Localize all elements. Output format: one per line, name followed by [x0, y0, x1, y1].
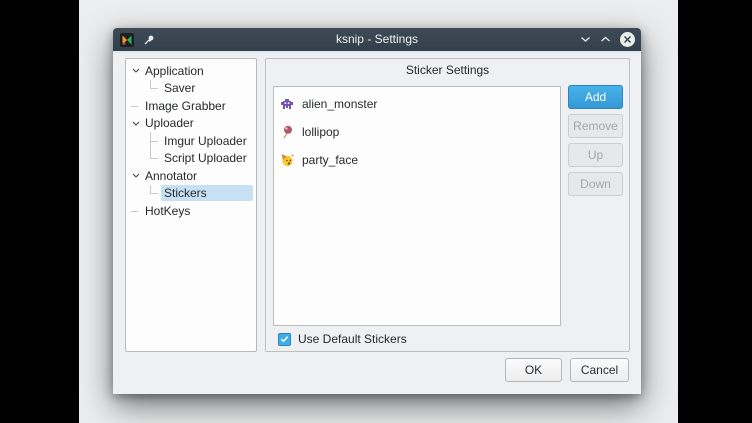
chevron-down-icon[interactable]	[580, 36, 591, 43]
sticker-action-buttons: Add Remove Up Down	[568, 85, 623, 196]
use-default-stickers-row[interactable]: Use Default Stickers	[278, 332, 407, 346]
ok-button[interactable]: OK	[505, 358, 562, 382]
sidebar-item-label: Imgur Uploader	[161, 133, 253, 149]
group-title: Sticker Settings	[266, 63, 629, 77]
tree-branch-line	[149, 150, 161, 168]
sidebar-item-hotkeys[interactable]: HotKeys	[127, 202, 255, 220]
sidebar-item-label: Image Grabber	[142, 98, 253, 114]
settings-tree: Application Saver Image Grabber Uploader	[127, 62, 255, 220]
chevron-up-icon[interactable]	[600, 36, 611, 43]
screenshot-canvas: ksnip - Settings	[0, 0, 752, 423]
sidebar-item-label: Script Uploader	[161, 150, 253, 166]
sidebar-item-label: Saver	[161, 80, 253, 96]
sidebar-item-label: HotKeys	[142, 203, 253, 219]
tree-branch-line	[149, 185, 161, 203]
sidebar-item-script-uploader[interactable]: Script Uploader	[127, 150, 255, 168]
titlebar-accent-line	[113, 51, 641, 53]
sticker-name: alien_monster	[302, 97, 377, 111]
expander-chevron-icon[interactable]	[130, 115, 142, 133]
lollipop-sticker-icon	[280, 125, 294, 139]
add-button[interactable]: Add	[568, 85, 623, 109]
sidebar-item-stickers[interactable]: Stickers	[127, 185, 255, 203]
sticker-list-item[interactable]: party_face	[274, 146, 560, 174]
expander-chevron-icon[interactable]	[130, 62, 142, 80]
sticker-list-item[interactable]: alien_monster	[274, 90, 560, 118]
remove-button[interactable]: Remove	[568, 114, 623, 138]
sidebar-item-application[interactable]: Application	[127, 62, 255, 80]
expander-chevron-icon[interactable]	[130, 167, 142, 185]
use-default-stickers-checkbox[interactable]	[278, 333, 291, 346]
cancel-button[interactable]: Cancel	[570, 358, 629, 382]
sticker-settings-group: Sticker Settings	[265, 58, 630, 352]
close-icon[interactable]	[620, 32, 635, 47]
tree-branch-line	[149, 80, 161, 98]
sidebar-item-imgur-uploader[interactable]: Imgur Uploader	[127, 132, 255, 150]
party-face-sticker-icon	[280, 153, 294, 167]
tree-branch-line	[130, 202, 142, 220]
sidebar-item-label: Annotator	[142, 168, 253, 184]
sidebar-item-label: Uploader	[142, 115, 253, 131]
down-button[interactable]: Down	[568, 172, 623, 196]
sidebar-item-saver[interactable]: Saver	[127, 80, 255, 98]
sticker-name: lollipop	[302, 125, 339, 139]
sticker-name: party_face	[302, 153, 358, 167]
sticker-list-item[interactable]: lollipop	[274, 118, 560, 146]
titlebar-right-icons	[580, 28, 635, 51]
up-button[interactable]: Up	[568, 143, 623, 167]
sidebar-item-image-grabber[interactable]: Image Grabber	[127, 97, 255, 115]
sidebar-item-label: Application	[142, 63, 253, 79]
window-title: ksnip - Settings	[113, 28, 641, 51]
tree-branch-line	[149, 132, 161, 150]
settings-tree-panel: Application Saver Image Grabber Uploader	[125, 58, 257, 352]
checkbox-label: Use Default Stickers	[298, 332, 407, 346]
sidebar-item-label: Stickers	[161, 185, 253, 201]
tree-branch-line	[130, 97, 142, 115]
settings-window: ksnip - Settings	[113, 28, 641, 394]
alien-monster-sticker-icon	[280, 97, 294, 111]
sidebar-item-annotator[interactable]: Annotator	[127, 167, 255, 185]
sticker-list: alien_monster lollipop	[273, 86, 561, 326]
titlebar[interactable]: ksnip - Settings	[113, 28, 641, 51]
sidebar-item-uploader[interactable]: Uploader	[127, 115, 255, 133]
